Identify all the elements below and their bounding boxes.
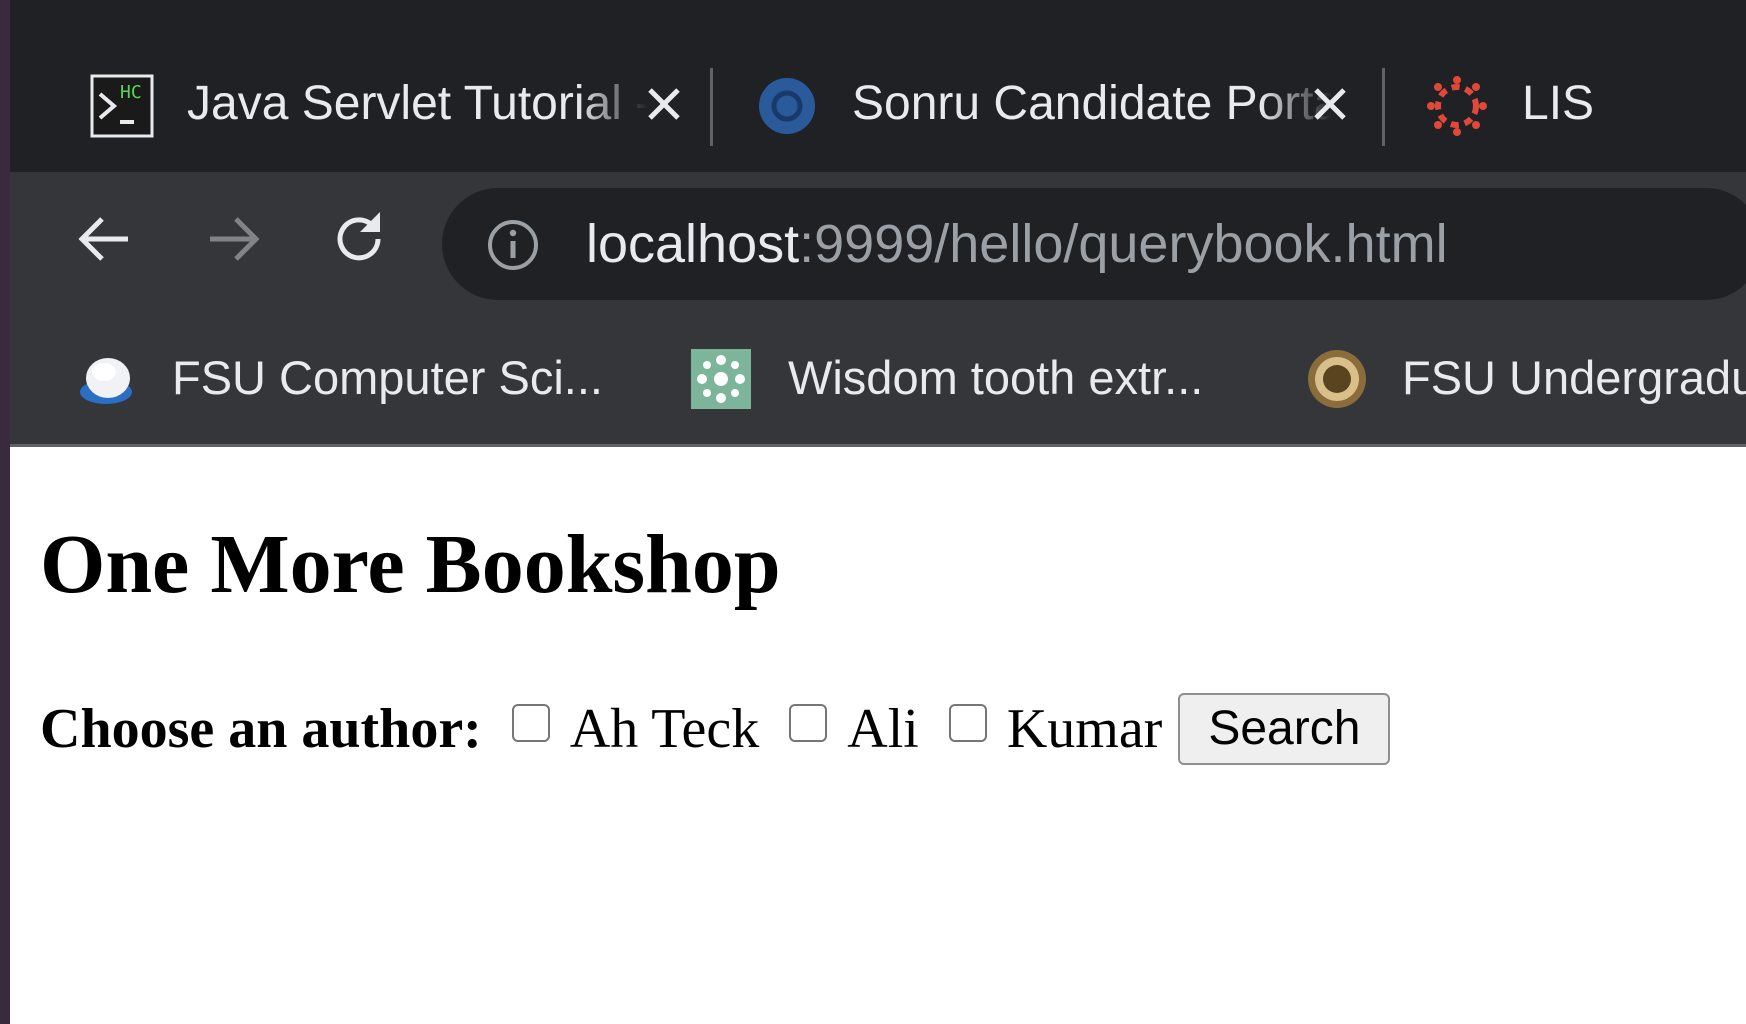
reload-icon[interactable] [328, 208, 390, 270]
tab-strip: HC Java Servlet Tutorial - Sonru Candida… [10, 0, 1746, 172]
author-option-label: Kumar [1006, 698, 1163, 760]
tab-separator [710, 68, 713, 146]
bookmark-wisdom-tooth[interactable]: Wisdom tooth extr... [690, 342, 1250, 414]
bookmark-fsu-cs[interactable]: FSU Computer Sci... [76, 342, 636, 414]
tab-sonru[interactable]: Sonru Candidate Portal [755, 60, 1375, 148]
author-option-label: Ah Teck [569, 698, 760, 760]
bookmark-label: FSU Undergradu [1402, 351, 1746, 404]
terminal-icon: HC [90, 74, 154, 138]
bookmarks-bar: FSU Computer Sci... Wisdom tooth extr... [10, 312, 1746, 447]
fsu-seal-icon [1308, 350, 1366, 408]
close-icon[interactable] [1310, 84, 1350, 124]
tab-title: Java Servlet Tutorial - [187, 77, 647, 130]
tab-lis[interactable]: LIS [1425, 60, 1746, 148]
author-checkbox[interactable] [789, 704, 828, 742]
browser-window: HC Java Servlet Tutorial - Sonru Candida… [10, 0, 1746, 1024]
info-icon[interactable] [486, 218, 540, 272]
author-option-ali[interactable]: Ali [789, 697, 919, 761]
fsu-cs-icon [80, 358, 132, 404]
author-checkbox[interactable] [511, 704, 550, 742]
url-path: :9999/hello/querybook.html [799, 214, 1448, 274]
author-option-ah-teck[interactable]: Ah Teck [511, 697, 760, 761]
search-button[interactable]: Search [1178, 693, 1391, 765]
sonru-logo-icon [759, 78, 815, 134]
author-checkbox[interactable] [948, 704, 987, 742]
bookmark-label: Wisdom tooth extr... [788, 351, 1204, 404]
bookmark-fsu-undergrad[interactable]: FSU Undergradu [1306, 342, 1746, 414]
author-search-form: Choose an author: Ah Teck Ali Kumar Sear… [40, 689, 1391, 769]
page-title: One More Bookshop [40, 518, 781, 611]
author-label: Choose an author: [40, 698, 482, 760]
toolbar: localhost:9999/hello/querybook.html [10, 172, 1746, 312]
wisdom-tooth-icon [691, 349, 751, 409]
svg-text:HC: HC [120, 82, 142, 103]
back-icon[interactable] [74, 208, 136, 270]
page-content: One More Bookshop Choose an author: Ah T… [10, 447, 1746, 1024]
canvas-logo-icon [1427, 76, 1487, 136]
tab-title: LIS [1522, 77, 1595, 130]
forward-icon[interactable] [202, 208, 264, 270]
author-option-kumar[interactable]: Kumar [948, 697, 1163, 761]
url-text[interactable]: localhost:9999/hello/querybook.html [586, 188, 1448, 300]
tab-java-servlet[interactable]: HC Java Servlet Tutorial - [90, 60, 710, 148]
author-option-label: Ali [847, 698, 919, 760]
tab-separator [1382, 68, 1385, 146]
close-icon[interactable] [644, 84, 684, 124]
address-bar[interactable]: localhost:9999/hello/querybook.html [442, 188, 1746, 300]
url-host: localhost [586, 214, 800, 274]
bookmark-label: FSU Computer Sci... [172, 351, 603, 404]
tab-title: Sonru Candidate Portal [852, 77, 1332, 130]
